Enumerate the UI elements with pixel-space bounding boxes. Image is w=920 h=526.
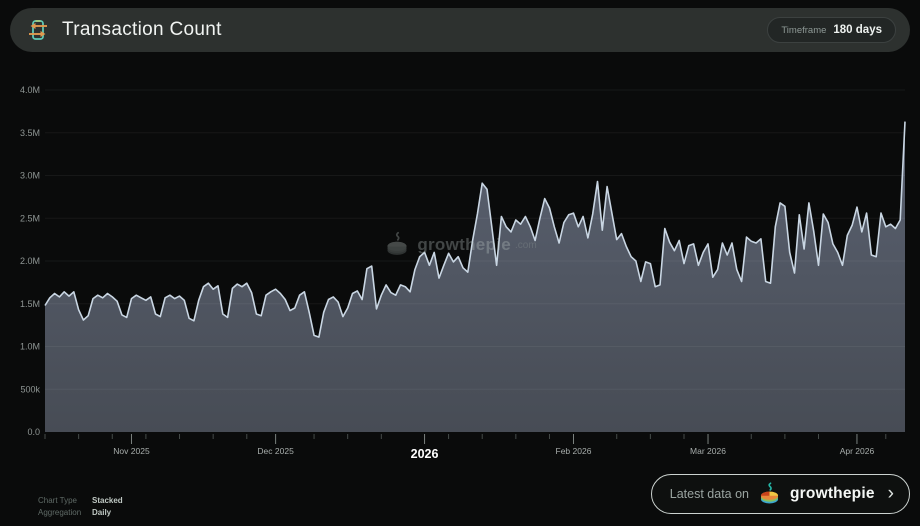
y-axis-label: 500k: [20, 384, 40, 394]
chart-type-label: Chart Type: [38, 496, 92, 505]
x-axis-label: 2026: [411, 447, 439, 461]
aggregation-value: Daily: [92, 508, 111, 517]
y-axis-label: 2.5M: [20, 213, 40, 223]
timeframe-value: 180 days: [833, 24, 882, 36]
y-axis-label: 3.5M: [20, 128, 40, 138]
y-axis-label: 4.0M: [20, 85, 40, 95]
title-wrap: Transaction Count: [24, 16, 222, 44]
x-axis-label: Nov 2025: [113, 446, 150, 456]
x-axis-label: Apr 2026: [840, 446, 875, 456]
y-axis-label: 0.0: [27, 427, 40, 437]
transaction-count-chart[interactable]: Nov 2025 Dec 2025 2026 Feb 2026 Mar 2026 Apr …: [0, 70, 920, 465]
chart-meta: Chart Type Stacked Aggregation Daily: [38, 493, 123, 517]
aggregation-label: Aggregation: [38, 508, 92, 517]
page-title: Transaction Count: [62, 19, 222, 41]
x-axis-label: Feb 2026: [556, 446, 592, 456]
chart-type-row: Chart Type Stacked: [38, 496, 123, 505]
cta-prefix: Latest data on: [670, 487, 749, 501]
y-axis-label: 2.0M: [20, 256, 40, 266]
y-axis-label: 1.0M: [20, 342, 40, 352]
x-axis-label: Dec 2025: [257, 446, 294, 456]
aggregation-row: Aggregation Daily: [38, 508, 123, 517]
chart-type-value: Stacked: [92, 496, 123, 505]
growthepie-logo-icon: [757, 482, 782, 507]
timeframe-label: Timeframe: [781, 25, 826, 36]
latest-data-button[interactable]: Latest data on growthepie ›: [651, 474, 910, 514]
transactions-swap-icon: [24, 16, 52, 44]
x-axis-label: Mar 2026: [690, 446, 726, 456]
timeframe-selector[interactable]: Timeframe 180 days: [767, 17, 896, 43]
chevron-right-icon: ›: [888, 484, 894, 503]
y-axis-label: 1.5M: [20, 299, 40, 309]
header-bar: Transaction Count Timeframe 180 days: [10, 8, 910, 52]
cta-brand: growthepie: [790, 485, 875, 503]
area-fill: [45, 122, 905, 432]
y-axis-label: 3.0M: [20, 171, 40, 181]
